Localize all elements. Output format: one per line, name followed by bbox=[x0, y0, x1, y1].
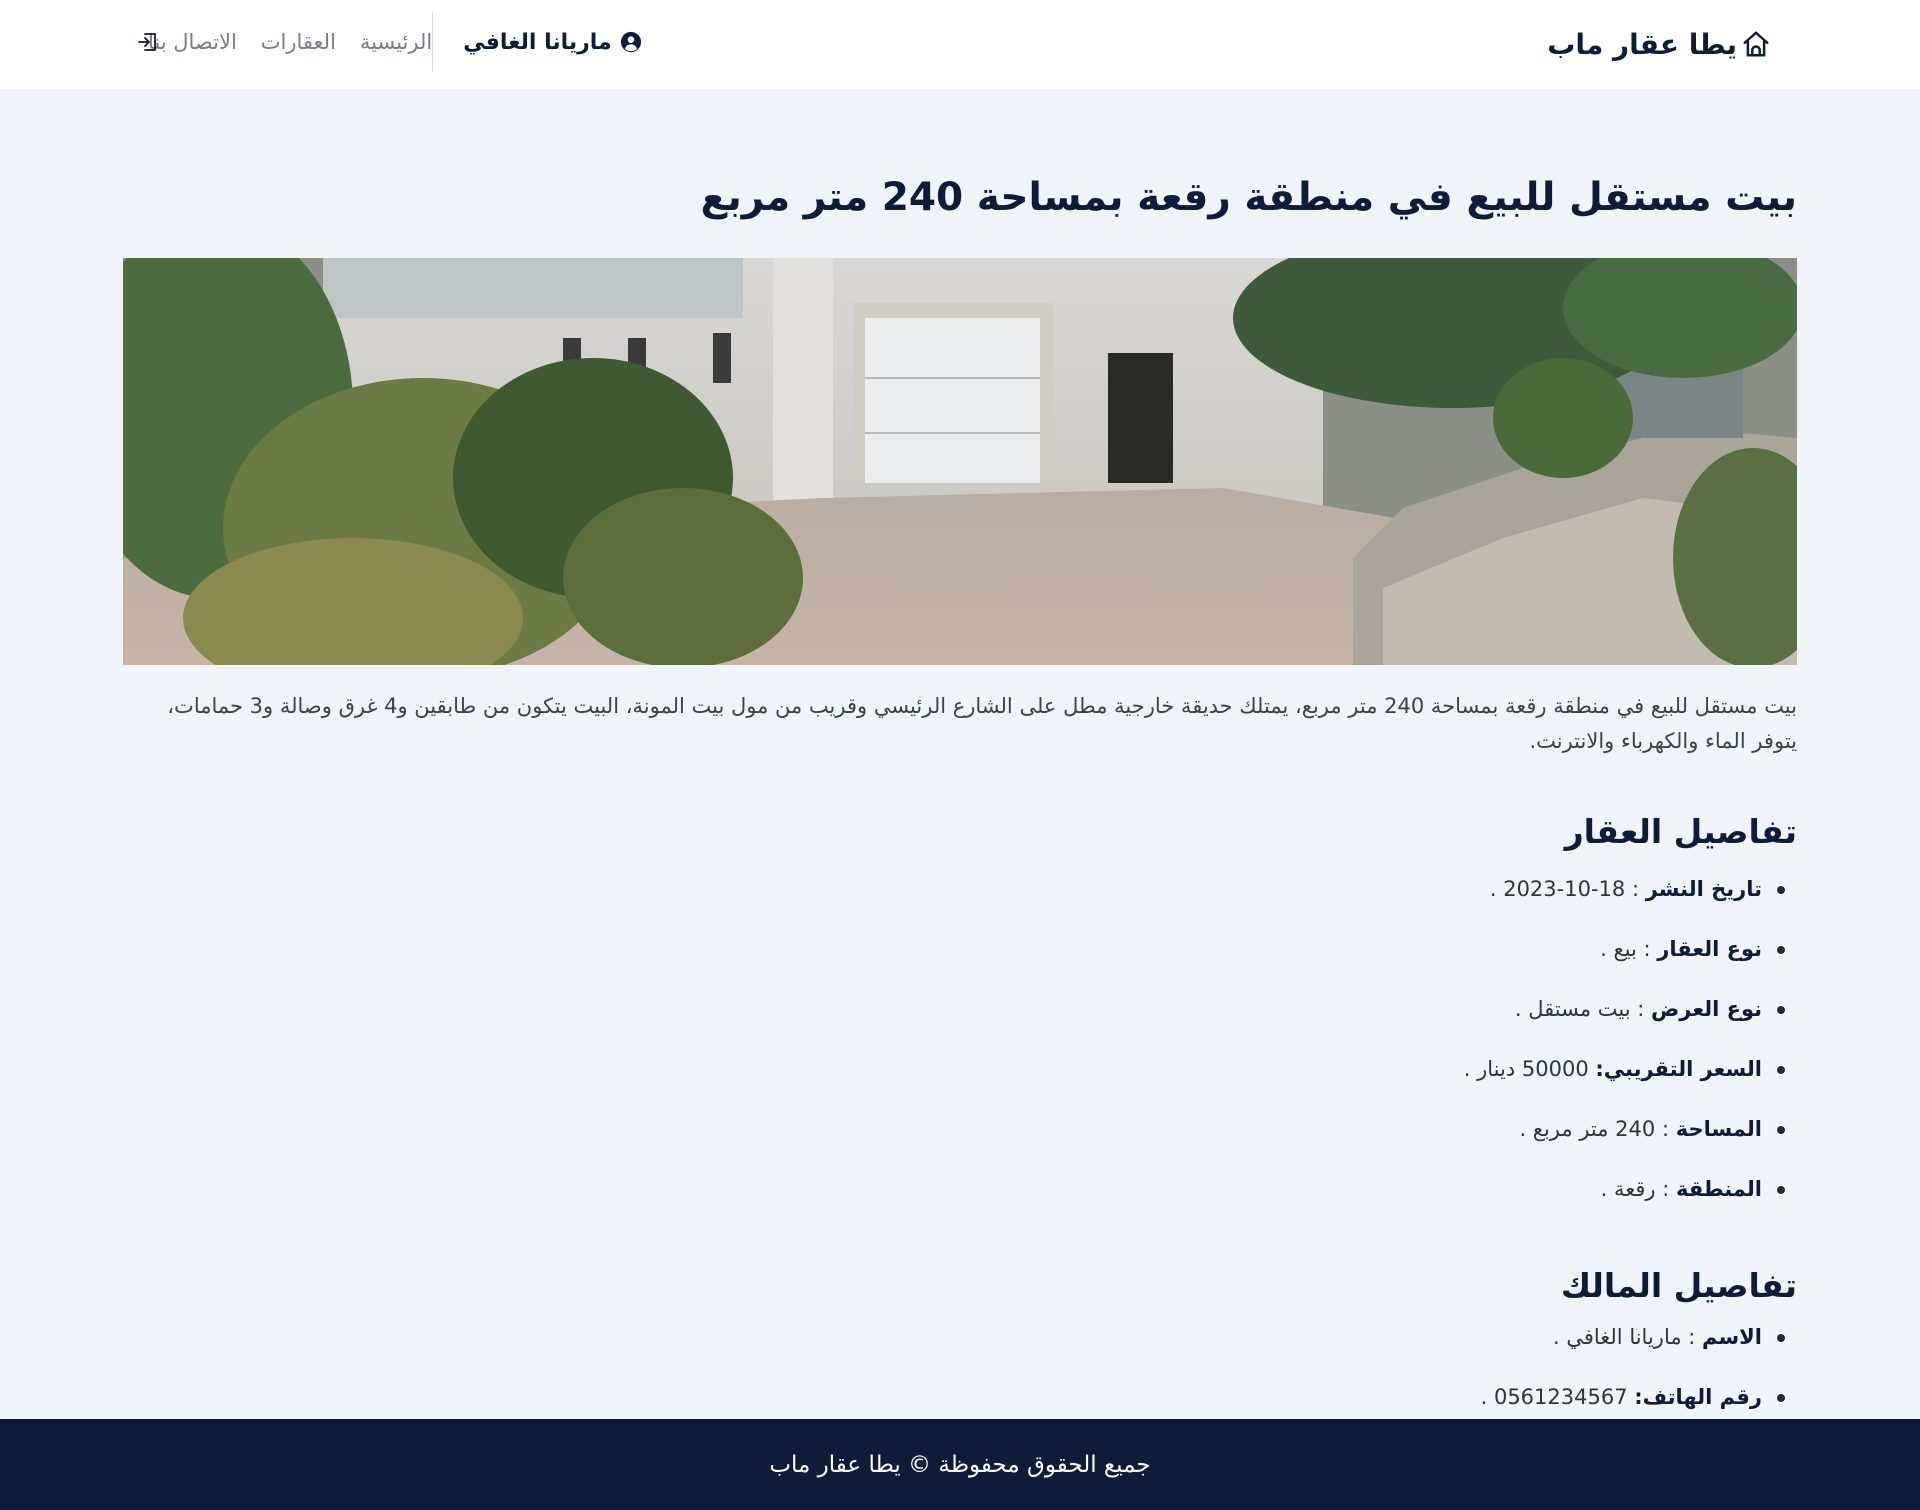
detail-offer-type: نوع العرض : بيت مستقل . bbox=[123, 979, 1785, 1039]
detail-value: 50000 دينار . bbox=[1463, 1057, 1589, 1081]
detail-separator: : bbox=[1655, 1117, 1676, 1141]
nav-divider bbox=[432, 12, 434, 72]
detail-area: المساحة : 240 متر مربع . bbox=[123, 1099, 1785, 1159]
property-details-page: بيت مستقل للبيع في منطقة رقعة بمساحة 240… bbox=[123, 89, 1797, 1427]
detail-separator: : bbox=[1655, 1177, 1676, 1201]
detail-property-type: نوع العقار : بيع . bbox=[123, 919, 1785, 979]
detail-label: المساحة bbox=[1675, 1117, 1762, 1141]
detail-label: تاريخ النشر bbox=[1645, 877, 1762, 901]
property-title: بيت مستقل للبيع في منطقة رقعة بمساحة 240… bbox=[700, 175, 1797, 220]
detail-label: رقم الهاتف: bbox=[1634, 1385, 1762, 1409]
detail-label: نوع العرض bbox=[1651, 997, 1762, 1021]
detail-label: الاسم bbox=[1702, 1325, 1762, 1349]
detail-region: المنطقة : رقعة . bbox=[123, 1159, 1785, 1219]
detail-value: 18-10-2023 . bbox=[1489, 877, 1626, 901]
user-menu[interactable]: ماريانا الغافي bbox=[433, 30, 655, 55]
detail-label: نوع العقار bbox=[1657, 937, 1762, 961]
detail-price: السعر التقريبي: 50000 دينار . bbox=[123, 1039, 1785, 1099]
detail-separator: : bbox=[1681, 1325, 1703, 1349]
detail-publish-date: تاريخ النشر : 18-10-2023 . bbox=[123, 859, 1785, 919]
top-navbar: يطا عقار ماب الرئيسية العقارات الاتصال ب… bbox=[0, 0, 1920, 89]
nav-link-properties[interactable]: العقارات bbox=[261, 30, 336, 54]
brand-link[interactable]: يطا عقار ماب bbox=[1547, 24, 1771, 64]
owner-details-title: تفاصيل المالك bbox=[1560, 1266, 1797, 1305]
property-details-list: تاريخ النشر : 18-10-2023 . نوع العقار : … bbox=[123, 859, 1797, 1219]
logout-button[interactable] bbox=[136, 30, 160, 54]
property-details-title: تفاصيل العقار bbox=[1564, 812, 1797, 851]
detail-separator: : bbox=[1636, 937, 1658, 961]
detail-value: بيع . bbox=[1600, 937, 1637, 961]
detail-value: ماريانا الغافي . bbox=[1552, 1325, 1682, 1349]
property-photo bbox=[123, 258, 1797, 665]
nav-link-contact[interactable]: الاتصال بنا bbox=[148, 30, 237, 54]
copyright-text: جميع الحقوق محفوظة © يطا عقار ماب bbox=[769, 1451, 1151, 1478]
detail-separator: : bbox=[1630, 997, 1652, 1021]
house-icon bbox=[1743, 31, 1769, 57]
brand-name: يطا عقار ماب bbox=[1547, 27, 1737, 61]
owner-details-list: الاسم : ماريانا الغافي . رقم الهاتف: 056… bbox=[123, 1307, 1797, 1427]
detail-value: 0561234567 . bbox=[1480, 1385, 1628, 1409]
detail-label: السعر التقريبي: bbox=[1595, 1057, 1762, 1081]
detail-label: المنطقة bbox=[1675, 1177, 1762, 1201]
main-nav: الرئيسية العقارات الاتصال بنا ماريانا ال… bbox=[134, 12, 656, 72]
user-circle-icon bbox=[620, 31, 641, 53]
owner-name: الاسم : ماريانا الغافي . bbox=[123, 1307, 1785, 1367]
detail-value: رقعة . bbox=[1600, 1177, 1656, 1201]
detail-value: بيت مستقل . bbox=[1514, 997, 1631, 1021]
owner-phone: رقم الهاتف: 0561234567 . bbox=[123, 1367, 1785, 1427]
logout-icon bbox=[138, 33, 156, 51]
footer: جميع الحقوق محفوظة © يطا عقار ماب bbox=[0, 1419, 1920, 1510]
detail-separator: : bbox=[1625, 877, 1646, 901]
property-description: بيت مستقل للبيع في منطقة رقعة بمساحة 240… bbox=[167, 694, 1797, 753]
detail-value: 240 متر مربع . bbox=[1519, 1117, 1656, 1141]
user-name: ماريانا الغافي bbox=[463, 29, 612, 55]
nav-link-home[interactable]: الرئيسية bbox=[360, 30, 432, 54]
nav-links: الرئيسية العقارات الاتصال بنا bbox=[134, 30, 432, 54]
